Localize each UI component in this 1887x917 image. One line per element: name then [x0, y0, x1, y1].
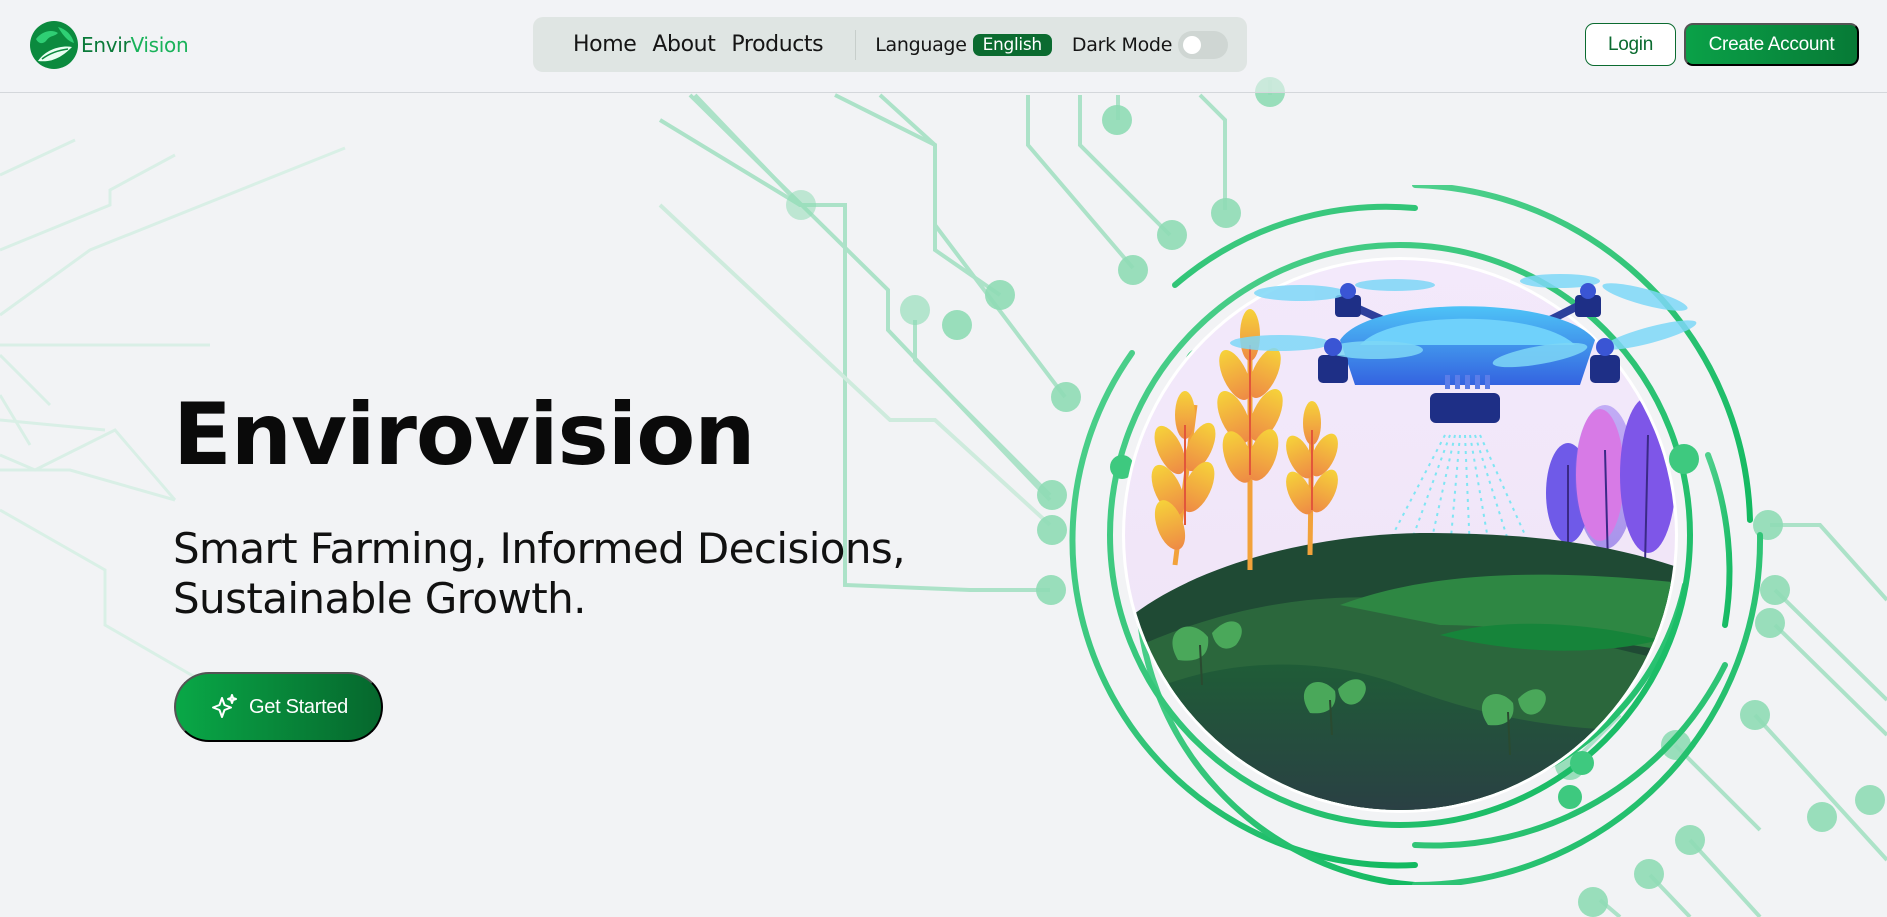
- language-label: Language: [875, 33, 967, 56]
- nav-link-products[interactable]: Products: [731, 32, 823, 57]
- sparkle-icon: [212, 694, 237, 718]
- hero-title: Envirovision: [173, 385, 756, 485]
- hero-subtitle-line1: Smart Farming, Informed Decisions,: [173, 524, 906, 573]
- brand-name: EnvirVision: [81, 33, 189, 57]
- language-selector[interactable]: English: [972, 33, 1052, 56]
- hero-subtitle: Smart Farming, Informed Decisions, Susta…: [173, 524, 933, 624]
- nav-divider: [855, 29, 857, 60]
- dark-mode-label: Dark Mode: [1071, 33, 1173, 56]
- dark-mode-toggle[interactable]: [1178, 30, 1229, 59]
- create-account-button[interactable]: Create Account: [1684, 23, 1859, 66]
- drone-farm-illustration: [1069, 185, 1764, 885]
- brand-name-part2: Vision: [130, 33, 189, 57]
- hero-subtitle-line2: Sustainable Growth.: [173, 574, 586, 623]
- get-started-button[interactable]: Get Started: [174, 672, 383, 742]
- get-started-label: Get Started: [249, 695, 348, 718]
- login-button[interactable]: Login: [1585, 23, 1676, 66]
- top-navbar: EnvirVision Home About Products Language…: [0, 0, 1887, 93]
- globe-leaf-icon: [30, 21, 78, 69]
- nav-links: Home About Products: [573, 32, 839, 57]
- brand-logo[interactable]: EnvirVision: [28, 18, 189, 72]
- nav-link-about[interactable]: About: [652, 32, 715, 57]
- toggle-knob: [1183, 35, 1202, 54]
- brand-name-part1: Envir: [81, 33, 131, 57]
- nav-link-home[interactable]: Home: [573, 32, 637, 57]
- main-nav: Home About Products Language English Dar…: [533, 17, 1247, 72]
